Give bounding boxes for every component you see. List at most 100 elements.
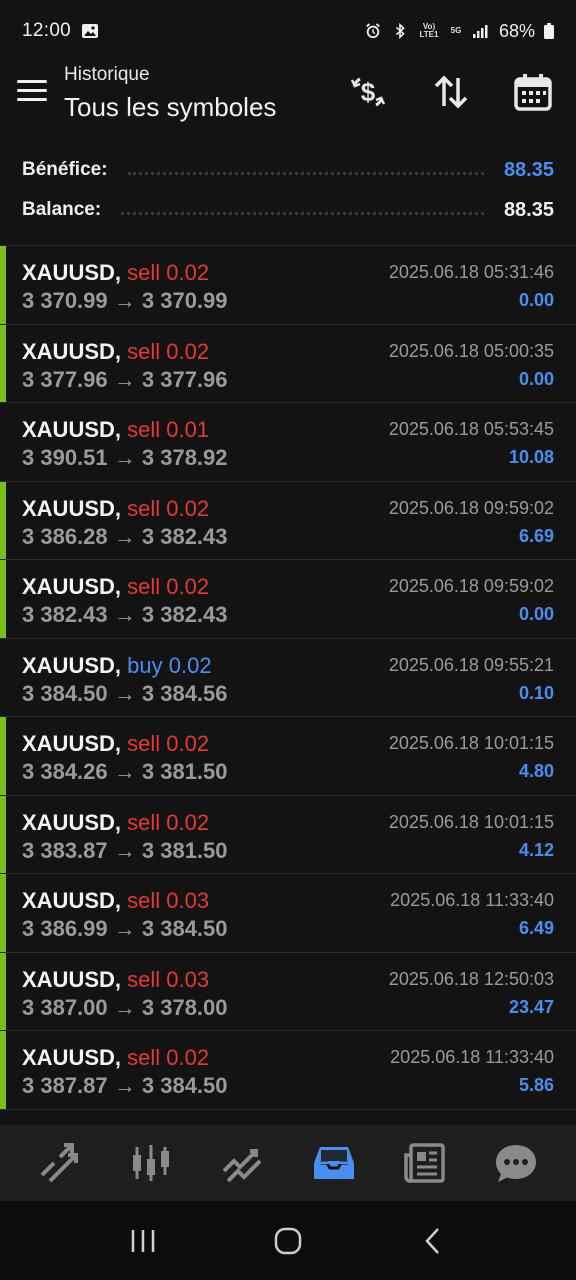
trade-side: sell xyxy=(127,1045,161,1070)
balance-value: 88.35 xyxy=(503,198,554,221)
trade-symbol: XAUUSD, sell 0.01 xyxy=(22,417,209,443)
bluetooth-icon xyxy=(395,23,405,39)
arrow-right-icon: → xyxy=(107,366,142,392)
symbol-text: XAUUSD, xyxy=(22,1045,122,1070)
history-icon xyxy=(313,1147,354,1179)
arrow-right-icon: → xyxy=(107,523,142,549)
trade-side: sell xyxy=(127,731,161,756)
menu-icon xyxy=(17,80,47,83)
app-header: Historique Tous les symboles $ xyxy=(0,62,576,142)
close-price: 3 378.92 xyxy=(141,445,228,470)
trade-side: sell xyxy=(127,574,161,599)
arrow-right-icon: → xyxy=(107,1073,142,1098)
signal-icon xyxy=(472,25,488,38)
trade-symbol: XAUUSD, sell 0.02 xyxy=(22,810,209,836)
position-indicator-bar xyxy=(0,874,6,952)
volte-indicator: Vo) LTE1 xyxy=(419,22,439,39)
home-button[interactable] xyxy=(258,1211,318,1271)
trade-row[interactable]: XAUUSD, sell 0.03 3 386.99 → 3 384.50 2025… xyxy=(0,874,576,953)
position-indicator-bar xyxy=(0,246,6,324)
symbol-text: XAUUSD, xyxy=(22,966,122,992)
trade-volume: 0.03 xyxy=(166,966,210,992)
status-bar: 12:00 Vo) LTE1 5G 68% xyxy=(0,0,576,62)
symbol-text: XAUUSD, xyxy=(22,731,122,756)
trade-symbol: XAUUSD, sell 0.02 xyxy=(22,260,209,286)
trade-side: sell xyxy=(127,888,161,913)
open-price: 3 383.87 xyxy=(22,837,108,863)
symbol-text: XAUUSD, xyxy=(22,652,122,678)
close-price: 3 384.50 xyxy=(141,916,228,941)
trade-row[interactable]: XAUUSD, sell 0.02 3 377.96 → 3 377.96 2025… xyxy=(0,324,576,403)
trade-prices: 3 386.28 → 3 382.43 xyxy=(22,524,228,550)
nav-chat[interactable] xyxy=(486,1133,546,1193)
nav-trade[interactable] xyxy=(212,1133,272,1193)
trade-row[interactable]: XAUUSD, sell 0.02 3 382.43 → 3 382.43 2025… xyxy=(0,560,576,639)
position-indicator-bar xyxy=(0,717,6,795)
arrow-right-icon: → xyxy=(107,916,142,941)
home-icon xyxy=(274,1227,302,1254)
menu-button[interactable] xyxy=(17,80,47,104)
trade-volume: 0.02 xyxy=(166,809,210,835)
trade-profit: 6.69 xyxy=(518,525,554,546)
trade-side: sell xyxy=(127,966,161,992)
trade-row[interactable]: XAUUSD, sell 0.02 3 386.28 → 3 382.43 2025… xyxy=(0,481,576,560)
trade-row[interactable]: XAUUSD, sell 0.02 3 387.87 → 3 384.50 2025… xyxy=(0,1031,576,1110)
calendar-button[interactable] xyxy=(511,70,555,114)
trade-profit: 4.80 xyxy=(518,761,554,781)
sort-button[interactable] xyxy=(429,70,473,114)
recents-button[interactable] xyxy=(113,1211,173,1271)
position-indicator-bar xyxy=(0,560,6,638)
trade-row[interactable]: XAUUSD, sell 0.02 3 370.99 → 3 370.99 2025… xyxy=(0,246,576,325)
trade-profit: 0.00 xyxy=(518,604,554,624)
trade-time: 2025.06.18 05:31:46 xyxy=(388,262,554,282)
trade-row[interactable]: XAUUSD, sell 0.02 3 383.87 → 3 381.50 2025… xyxy=(0,795,576,874)
trade-profit: 0.00 xyxy=(518,368,554,389)
position-indicator-bar xyxy=(0,1031,6,1109)
trade-side: sell xyxy=(127,260,161,285)
gallery-notification-icon xyxy=(82,24,99,38)
trade-volume: 0.01 xyxy=(166,417,210,442)
currency-filter-button[interactable]: $ xyxy=(346,70,390,114)
battery-icon xyxy=(544,23,554,39)
arrow-right-icon: → xyxy=(107,759,142,784)
close-price: 3 377.96 xyxy=(141,366,228,392)
trade-time: 2025.06.18 05:00:35 xyxy=(388,340,554,361)
header-subtitle: Historique xyxy=(64,64,150,85)
trade-time: 2025.06.18 11:33:40 xyxy=(390,890,554,910)
symbol-text: XAUUSD, xyxy=(22,495,122,521)
nav-chart[interactable] xyxy=(121,1133,181,1193)
trade-history-list[interactable]: XAUUSD, sell 0.02 3 370.99 → 3 370.99 2025… xyxy=(0,245,576,1125)
profit-value: 88.35 xyxy=(503,158,554,181)
summary-panel: Bénéfice: 88.35 Balance: 88.35 xyxy=(0,150,576,230)
balance-label: Balance: xyxy=(22,199,102,220)
profit-label: Bénéfice: xyxy=(22,159,108,180)
chat-icon xyxy=(496,1145,537,1182)
trade-profit: 0.10 xyxy=(518,682,554,703)
sort-icon xyxy=(434,75,468,109)
dotted-leader xyxy=(127,171,484,175)
recents-icon xyxy=(131,1229,154,1252)
back-button[interactable] xyxy=(403,1211,463,1271)
trade-time: 2025.06.18 09:59:02 xyxy=(388,576,554,596)
trade-profit: 5.86 xyxy=(518,1075,554,1095)
nav-history[interactable] xyxy=(304,1133,364,1193)
nav-news[interactable] xyxy=(395,1133,455,1193)
trade-time: 2025.06.18 09:55:21 xyxy=(388,654,554,675)
nav-quotes[interactable] xyxy=(30,1133,90,1193)
trade-row[interactable]: XAUUSD, sell 0.03 3 387.00 → 3 378.00 2025… xyxy=(0,952,576,1031)
symbol-text: XAUUSD, xyxy=(22,260,122,285)
trade-time: 2025.06.18 10:01:15 xyxy=(388,733,554,753)
battery-percent: 68% xyxy=(498,20,535,41)
trade-prices: 3 370.99 → 3 370.99 xyxy=(22,288,228,314)
trade-row[interactable]: XAUUSD, sell 0.01 3 390.51 → 3 378.92 2025… xyxy=(0,403,576,482)
bottom-navigation xyxy=(0,1125,576,1201)
open-price: 3 382.43 xyxy=(22,602,108,627)
close-price: 3 382.43 xyxy=(141,523,228,549)
trade-profit: 0.00 xyxy=(518,290,554,310)
news-icon xyxy=(404,1143,445,1183)
close-price: 3 378.00 xyxy=(141,994,228,1020)
trade-row[interactable]: XAUUSD, sell 0.02 3 384.26 → 3 381.50 2025… xyxy=(0,717,576,796)
trade-icon xyxy=(222,1149,262,1183)
trade-prices: 3 387.87 → 3 384.50 xyxy=(22,1073,228,1099)
trade-row[interactable]: XAUUSD, buy 0.02 3 384.50 → 3 384.56 2025.… xyxy=(0,639,576,717)
